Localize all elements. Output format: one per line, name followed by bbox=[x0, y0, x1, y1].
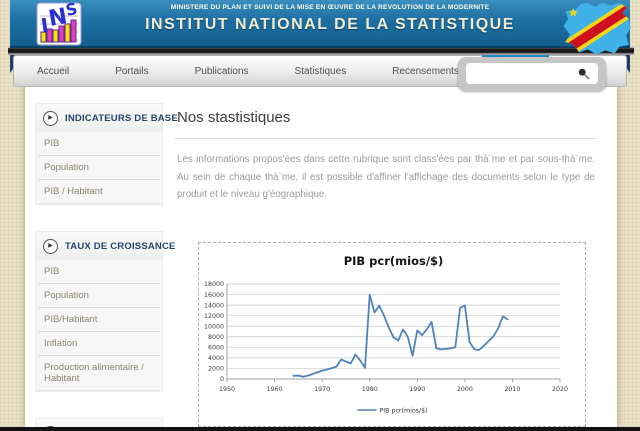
header-banner: I N S MINISTERE DU PLAN ET SUIVI DE LA M… bbox=[10, 0, 630, 48]
sidebar-section-indicateurs-de-base: ▶ INDICATEURS DE BASE PIBPopulationPIB /… bbox=[35, 103, 163, 205]
pib-line-chart: PIB pcr(mios/$) 0 2000 4000 6000 8000 10000 120… bbox=[199, 243, 585, 426]
svg-text:PIB pcr(mios/$): PIB pcr(mios/$) bbox=[344, 254, 444, 268]
sidebar-item-pib[interactable]: PIB bbox=[38, 260, 160, 284]
sidebar-item-inflation[interactable]: Inflation bbox=[38, 332, 160, 356]
svg-text:1960: 1960 bbox=[267, 386, 283, 393]
main-panel: Nos stastistiques Les informations propo… bbox=[175, 109, 597, 204]
svg-text:2010: 2010 bbox=[504, 386, 520, 393]
svg-text:1980: 1980 bbox=[362, 386, 378, 393]
sidebar-item-pib[interactable]: PIB bbox=[38, 132, 160, 156]
ministry-line: MINISTERE DU PLAN ET SUIVI DE LA MISE EN… bbox=[130, 4, 530, 11]
nav-item-portails[interactable]: Portails bbox=[92, 56, 171, 86]
sidebar-section-list: PIBPopulationPIB / Habitant bbox=[36, 132, 162, 204]
nav-item-publications[interactable]: Publications bbox=[172, 56, 272, 86]
ins-logo[interactable]: I N S bbox=[36, 2, 82, 46]
svg-text:12000: 12000 bbox=[204, 313, 224, 320]
svg-text:1950: 1950 bbox=[219, 386, 235, 393]
svg-text:2020: 2020 bbox=[552, 386, 568, 393]
svg-text:14000: 14000 bbox=[204, 302, 224, 309]
nav-item-accueil[interactable]: Accueil bbox=[14, 56, 92, 86]
window-edge bbox=[0, 427, 640, 431]
content-area: ▶ INDICATEURS DE BASE PIBPopulationPIB /… bbox=[25, 85, 617, 427]
svg-text:1970: 1970 bbox=[314, 386, 330, 393]
search-input[interactable] bbox=[466, 63, 598, 84]
nav-item-statistiques[interactable]: Statistiques bbox=[272, 56, 370, 86]
sidebar-section-title: INDICATEURS DE BASE bbox=[65, 113, 178, 124]
sidebar-item-population[interactable]: Population bbox=[38, 284, 160, 308]
chart-container: PIB pcr(mios/$) 0 2000 4000 6000 8000 10000 120… bbox=[198, 242, 586, 427]
page-title: Nos stastistiques bbox=[175, 109, 597, 139]
search-container bbox=[458, 57, 606, 91]
svg-text:16000: 16000 bbox=[204, 292, 224, 299]
svg-text:1990: 1990 bbox=[409, 386, 425, 393]
intro-paragraph: Les informations propos'ées dans cette r… bbox=[177, 151, 595, 204]
sidebar-section-list: PIBPopulationPIB/HabitantInflationProduc… bbox=[36, 260, 162, 391]
play-circle-icon: ▶ bbox=[43, 111, 58, 126]
svg-text:4000: 4000 bbox=[208, 355, 224, 362]
sidebar-section-title: TAUX DE CROISSANCE bbox=[65, 241, 176, 252]
svg-text:18000: 18000 bbox=[204, 281, 224, 288]
play-circle-icon: ▶ bbox=[43, 239, 58, 254]
sidebar-section-header[interactable]: ▶ TAUX DE CROISSANCE bbox=[36, 232, 162, 260]
svg-text:6000: 6000 bbox=[208, 345, 224, 352]
site-title: INSTITUT NATIONAL DE LA STATISTIQUE bbox=[130, 16, 530, 34]
page: I N S MINISTERE DU PLAN ET SUIVI DE LA M… bbox=[0, 0, 640, 431]
svg-text:PIB pcr(mios/$): PIB pcr(mios/$) bbox=[380, 407, 428, 414]
sidebar: ▶ INDICATEURS DE BASE PIBPopulationPIB /… bbox=[35, 103, 163, 431]
sidebar-item-production-alimentaire-habitant[interactable]: Production alimentaire / Habitant bbox=[38, 356, 160, 391]
svg-text:2000: 2000 bbox=[457, 386, 473, 393]
svg-text:2000: 2000 bbox=[208, 366, 224, 373]
svg-text:0: 0 bbox=[220, 376, 224, 383]
sidebar-item-pib-habitant[interactable]: PIB/Habitant bbox=[38, 308, 160, 332]
sidebar-item-pib-habitant[interactable]: PIB / Habitant bbox=[38, 180, 160, 204]
drc-flag-map bbox=[560, 1, 636, 57]
sidebar-item-population[interactable]: Population bbox=[38, 156, 160, 180]
sidebar-section-header[interactable]: ▶ INDICATEURS DE BASE bbox=[36, 104, 162, 132]
svg-text:10000: 10000 bbox=[204, 323, 224, 330]
svg-text:8000: 8000 bbox=[208, 334, 224, 341]
sidebar-section-taux-de-croissance: ▶ TAUX DE CROISSANCE PIBPopulationPIB/Ha… bbox=[35, 231, 163, 392]
